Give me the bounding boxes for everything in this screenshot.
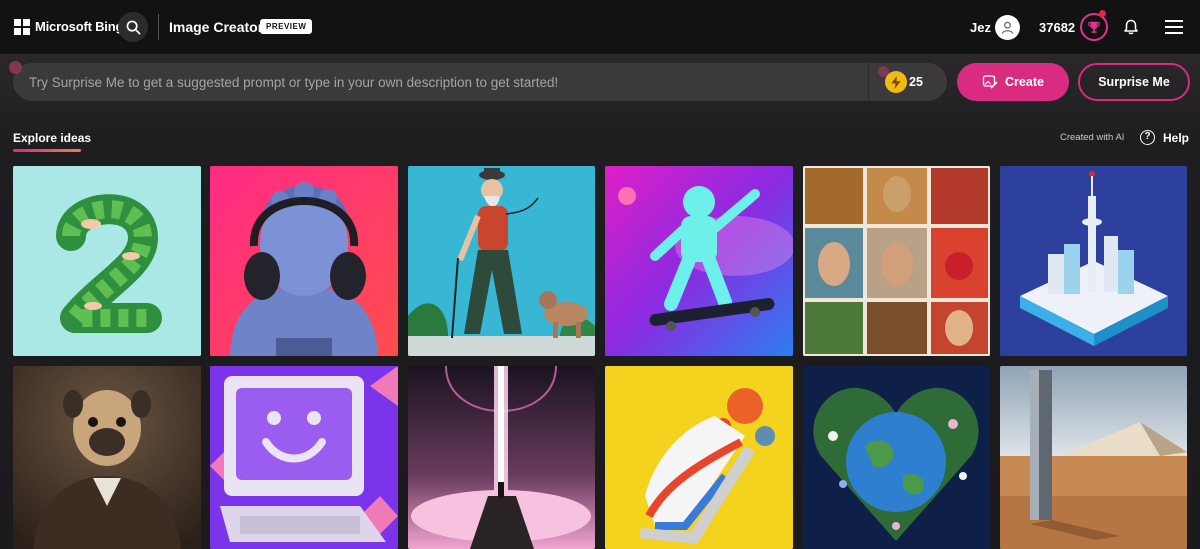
- gallery-tile-isometric-city[interactable]: [1000, 166, 1187, 356]
- created-with-ai-label: Created with AI: [1060, 132, 1125, 143]
- old-man-image: [408, 166, 595, 356]
- astronaut-image: [605, 166, 793, 356]
- boost-count: 25: [909, 75, 923, 89]
- help-icon[interactable]: ?: [1140, 130, 1155, 145]
- prompt-divider: [868, 63, 869, 101]
- collage-image: [803, 166, 990, 356]
- pug-image: [13, 366, 201, 549]
- rewards-trophy-icon[interactable]: [1080, 13, 1108, 41]
- gallery-tile-earth-heart[interactable]: [803, 366, 990, 549]
- top-header: Microsoft Bing Image Creator PREVIEW Jez…: [0, 0, 1200, 54]
- rewards-points[interactable]: 37682: [1039, 20, 1075, 35]
- active-tab-underline: [13, 149, 81, 152]
- app-title[interactable]: Image Creator: [169, 19, 263, 35]
- gallery-tile-desert-monolith[interactable]: [1000, 366, 1187, 549]
- search-icon: [126, 20, 140, 34]
- search-button[interactable]: [118, 12, 148, 42]
- prompt-input[interactable]: [29, 63, 849, 101]
- header-divider: [158, 14, 159, 40]
- gallery-tile-statue-headphones[interactable]: [210, 166, 398, 356]
- help-link[interactable]: Help: [1163, 131, 1189, 145]
- earth-image: [803, 366, 990, 549]
- boost-indicator-dot: [878, 66, 889, 77]
- gallery-tile-pug-portrait[interactable]: [13, 366, 201, 549]
- preview-badge: PREVIEW: [260, 19, 313, 34]
- number-two-image: [13, 166, 201, 356]
- boost-icon[interactable]: [885, 71, 907, 93]
- hamburger-menu-icon[interactable]: [1165, 19, 1183, 35]
- gallery-tile-smiling-computer[interactable]: [210, 366, 398, 549]
- monolith-image: [1000, 366, 1187, 549]
- create-button[interactable]: Create: [957, 63, 1069, 101]
- prompt-box[interactable]: 25: [13, 63, 947, 101]
- gallery-tile-portrait-collage[interactable]: [803, 166, 990, 356]
- notifications-bell-icon[interactable]: [1122, 18, 1140, 36]
- computer-image: [210, 366, 398, 549]
- light-beam-image: [408, 366, 595, 549]
- create-label: Create: [1005, 75, 1044, 89]
- statue-image: [210, 166, 398, 356]
- image-create-icon: [982, 75, 998, 89]
- gallery-tile-astronaut-skateboard[interactable]: [605, 166, 793, 356]
- surprise-me-button[interactable]: Surprise Me: [1078, 63, 1190, 101]
- avatar[interactable]: [995, 15, 1020, 40]
- cursor-indicator-dot: [9, 61, 22, 74]
- surprise-me-label: Surprise Me: [1098, 75, 1170, 89]
- lightning-icon: [891, 75, 901, 89]
- gallery-tile-sneaker[interactable]: [605, 366, 793, 549]
- user-name[interactable]: Jez: [970, 20, 991, 35]
- brand-name[interactable]: Microsoft Bing: [35, 19, 123, 34]
- gallery-tile-old-man-dog[interactable]: [408, 166, 595, 356]
- city-image: [1000, 166, 1187, 356]
- gallery-tile-number-two[interactable]: [13, 166, 201, 356]
- microsoft-logo-icon[interactable]: [14, 19, 30, 35]
- tab-explore-ideas[interactable]: Explore ideas: [13, 131, 91, 145]
- rewards-notification-dot: [1099, 10, 1106, 17]
- trophy-icon: [1088, 21, 1100, 33]
- user-icon: [1001, 21, 1014, 34]
- sneaker-image: [605, 366, 793, 549]
- gallery-tile-light-beam[interactable]: [408, 366, 595, 549]
